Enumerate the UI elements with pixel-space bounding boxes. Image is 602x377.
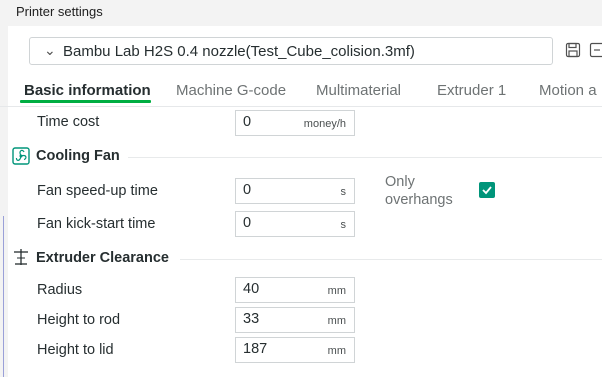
height-to-rod-label: Height to rod: [37, 312, 121, 328]
preset-dropdown[interactable]: ⌄ Bambu Lab H2S 0.4 nozzle(Test_Cube_col…: [29, 37, 553, 65]
only-overhangs-checkbox[interactable]: [479, 182, 495, 198]
height-to-lid-value: 187: [243, 341, 268, 357]
tab-multimaterial[interactable]: Multimaterial: [316, 82, 401, 99]
only-overhangs-line2: overhangs: [385, 192, 453, 208]
radius-value: 40: [243, 281, 260, 297]
section-divider: [180, 259, 602, 260]
only-overhangs-label: Only overhangs: [385, 173, 453, 209]
fan-speed-up-input[interactable]: 0 s: [235, 178, 355, 204]
height-to-rod-input[interactable]: 33 mm: [235, 307, 355, 333]
delete-preset-icon[interactable]: [589, 42, 602, 58]
tab-motion-ability[interactable]: Motion a: [539, 82, 597, 99]
tab-basic-information[interactable]: Basic information: [24, 82, 151, 99]
active-tab-indicator: [20, 100, 151, 103]
fan-kick-start-value: 0: [243, 215, 252, 231]
height-to-rod-unit: mm: [327, 315, 346, 327]
tab-machine-gcode[interactable]: Machine G-code: [176, 82, 286, 99]
height-to-rod-value: 33: [243, 311, 260, 327]
cooling-fan-title: Cooling Fan: [36, 148, 120, 164]
time-cost-input[interactable]: 0 money/h: [235, 110, 355, 136]
background-line: [3, 216, 4, 377]
fan-speed-up-value: 0: [243, 182, 252, 198]
fan-kick-start-input[interactable]: 0 s: [235, 211, 355, 237]
radius-input[interactable]: 40 mm: [235, 277, 355, 303]
height-to-lid-input[interactable]: 187 mm: [235, 337, 355, 363]
radius-unit: mm: [327, 285, 346, 297]
radius-label: Radius: [37, 282, 83, 298]
section-divider: [128, 157, 602, 158]
time-cost-value: 0: [243, 114, 252, 130]
time-cost-label: Time cost: [37, 114, 100, 130]
extruder-clearance-title: Extruder Clearance: [36, 250, 169, 266]
fan-speed-up-unit: s: [340, 186, 347, 198]
only-overhangs-line1: Only: [385, 174, 415, 190]
extruder-clearance-icon: [14, 249, 28, 265]
preset-name: Bambu Lab H2S 0.4 nozzle(Test_Cube_colis…: [63, 43, 415, 60]
fan-kick-start-label: Fan kick-start time: [37, 216, 156, 232]
height-to-lid-unit: mm: [327, 345, 346, 357]
check-icon: [482, 186, 492, 195]
fan-speed-up-label: Fan speed-up time: [37, 183, 158, 199]
time-cost-unit: money/h: [303, 118, 346, 130]
title-bar: Printer settings: [0, 0, 602, 26]
tab-extruder-1[interactable]: Extruder 1: [437, 82, 506, 99]
fan-icon: [12, 147, 30, 165]
save-icon[interactable]: [565, 42, 581, 58]
height-to-lid-label: Height to lid: [37, 342, 114, 358]
window-title: Printer settings: [16, 4, 103, 19]
fan-kick-start-unit: s: [340, 219, 347, 231]
chevron-down-icon: ⌄: [44, 42, 56, 58]
